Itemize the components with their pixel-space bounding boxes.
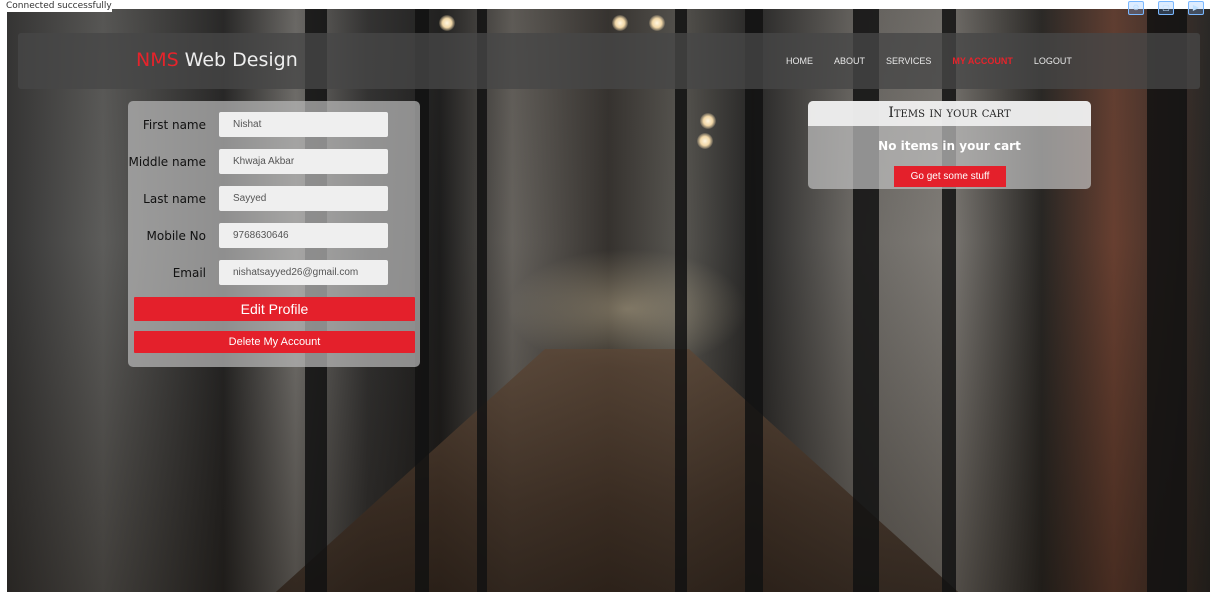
ceiling-light <box>697 133 713 149</box>
email-row: Email <box>128 260 420 286</box>
last-name-label: Last name <box>143 192 206 206</box>
ceiling-light <box>439 15 455 31</box>
window-controls: ⚙ ▢ ▶ <box>1128 1 1204 15</box>
background-pillar <box>745 9 763 592</box>
cart-title: Items in your cart <box>808 101 1091 126</box>
status-message: Connected successfully <box>0 0 112 12</box>
go-shopping-button[interactable]: Go get some stuff <box>894 166 1006 187</box>
ceiling-light <box>700 113 716 129</box>
email-label: Email <box>172 266 206 280</box>
ceiling-light <box>612 15 628 31</box>
background-pillar <box>853 9 879 592</box>
nav-home[interactable]: HOME <box>786 56 813 66</box>
top-navbar: NMS Web Design HOME ABOUT SERVICES MY ACC… <box>18 33 1200 89</box>
email-field[interactable] <box>219 260 388 285</box>
nav-menu: HOME ABOUT SERVICES MY ACCOUNT LOGOUT <box>786 56 1072 66</box>
cart-panel: Items in your cart No items in your cart… <box>808 101 1091 189</box>
ceiling-light <box>649 15 665 31</box>
nav-services[interactable]: SERVICES <box>886 56 931 66</box>
last-name-field[interactable] <box>219 186 388 211</box>
middle-name-row: Middle name <box>128 149 420 175</box>
first-name-field[interactable] <box>219 112 388 137</box>
background-pillar <box>477 9 487 592</box>
first-name-row: First name <box>128 112 420 138</box>
window-icon[interactable]: ▢ <box>1158 1 1174 15</box>
cart-empty-message: No items in your cart <box>878 139 1021 153</box>
mobile-label: Mobile No <box>146 229 207 243</box>
nav-logout[interactable]: LOGOUT <box>1034 56 1072 66</box>
middle-name-label: Middle name <box>128 155 206 169</box>
edit-profile-button[interactable]: Edit Profile <box>134 297 415 321</box>
background-pillar <box>942 9 956 592</box>
background-pillar <box>1147 9 1187 592</box>
last-name-row: Last name <box>128 186 420 212</box>
nav-about[interactable]: ABOUT <box>834 56 865 66</box>
mobile-field[interactable] <box>219 223 388 248</box>
remote-icon[interactable]: ▶ <box>1188 1 1204 15</box>
brand-logo[interactable]: NMS Web Design <box>136 49 298 71</box>
first-name-label: First name <box>142 118 206 132</box>
mobile-row: Mobile No <box>128 223 420 249</box>
background-pillar <box>675 9 687 592</box>
brand-accent: NMS <box>136 49 179 71</box>
brand-name: Web Design <box>184 49 298 71</box>
network-icon[interactable]: ⚙ <box>1128 1 1144 15</box>
middle-name-field[interactable] <box>219 149 388 174</box>
delete-account-button[interactable]: Delete My Account <box>134 331 415 353</box>
nav-my-account[interactable]: MY ACCOUNT <box>952 56 1013 66</box>
profile-form: First name Middle name Last name Mobile … <box>128 101 420 367</box>
